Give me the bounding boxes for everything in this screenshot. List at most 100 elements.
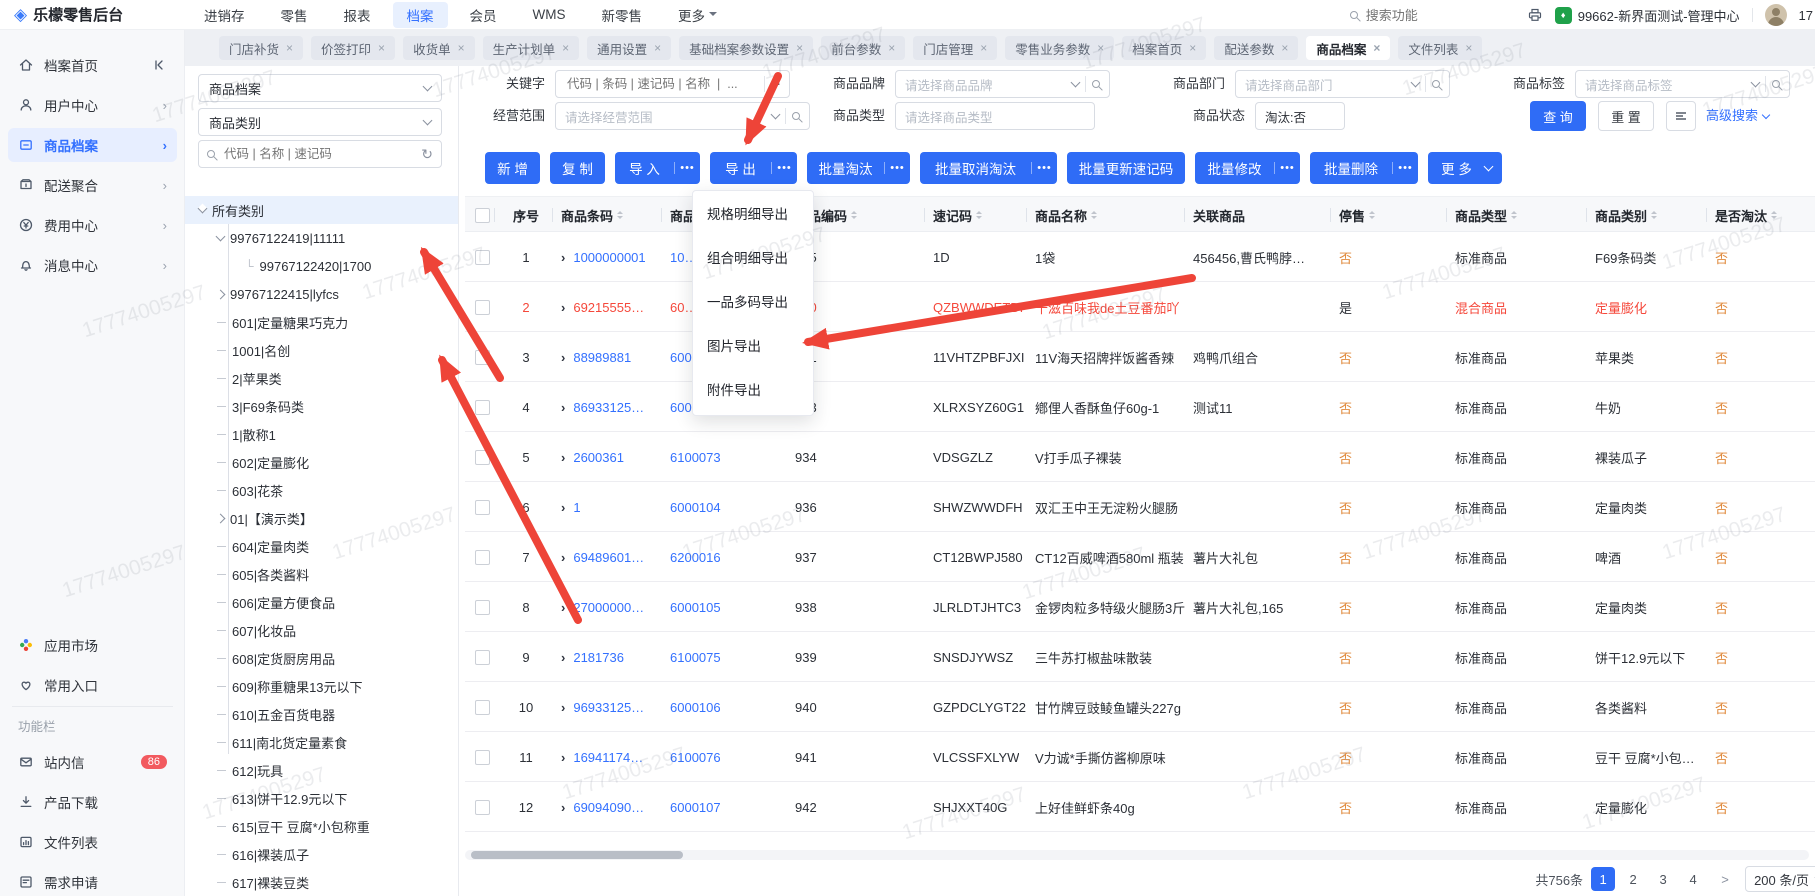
sidebar-item-商品档案[interactable]: 商品档案› <box>8 128 177 162</box>
export-menu-item-附件导出[interactable]: 附件导出 <box>693 369 813 413</box>
expand-row-icon[interactable]: › <box>561 800 565 815</box>
tab-价签打印[interactable]: 价签打印× <box>311 36 395 60</box>
close-icon[interactable]: × <box>980 41 987 55</box>
tab-生产计划单[interactable]: 生产计划单× <box>483 36 580 60</box>
barcode-link[interactable]: 16941174… <box>573 750 643 765</box>
tree-node-601|定量糖果巧克力[interactable]: 601|定量糖果巧克力 <box>185 308 458 336</box>
tree-node-607|化妆品[interactable]: 607|化妆品 <box>185 616 458 644</box>
sidebar-item-用户中心[interactable]: 用户中心› <box>8 88 177 122</box>
sort-icon[interactable] <box>976 211 982 219</box>
row-checkbox[interactable] <box>475 450 490 465</box>
tree-node-606|定量方便食品[interactable]: 606|定量方便食品 <box>185 588 458 616</box>
expand-row-icon[interactable]: › <box>561 500 565 515</box>
tab-前台参数[interactable]: 前台参数× <box>821 36 905 60</box>
column-header-速记码[interactable]: 速记码 <box>933 197 1033 233</box>
table-row[interactable]: 7›69489601…6200016937CT12BWPJ580CT12百威啤酒… <box>465 532 1815 582</box>
expand-open-icon[interactable] <box>198 204 208 214</box>
toolbar-button-复制[interactable]: 复 制 <box>550 152 605 184</box>
search-icon[interactable] <box>1772 80 1780 88</box>
brand-select[interactable]: 请选择商品品牌 <box>895 70 1110 98</box>
code-value[interactable]: 6200016 <box>670 550 721 565</box>
search-icon[interactable] <box>1092 80 1100 88</box>
expand-closed-icon[interactable] <box>216 513 226 523</box>
close-icon[interactable]: × <box>286 41 293 55</box>
tab-收货单[interactable]: 收货单× <box>403 36 475 60</box>
close-icon[interactable]: × <box>654 41 661 55</box>
sort-icon[interactable] <box>1511 211 1517 219</box>
sidebar-item-配送聚合[interactable]: 配送聚合› <box>8 168 177 202</box>
horizontal-scrollbar[interactable] <box>465 850 1809 860</box>
close-icon[interactable]: × <box>1281 41 1288 55</box>
sidebar-item-应用市场[interactable]: 应用市场 <box>8 628 177 662</box>
more-options-icon[interactable]: ••• <box>771 162 797 174</box>
product-status-input[interactable]: 淘汰:否 <box>1255 102 1345 130</box>
keyword-input-box[interactable]: + <box>555 70 790 98</box>
table-row[interactable]: 1›100000000110…7151D1袋456456,曹氏鸭脖…否标准商品F… <box>465 232 1815 282</box>
toolbar-button-导出[interactable]: 导 出••• <box>710 152 797 184</box>
reset-button[interactable]: 重 置 <box>1598 101 1654 131</box>
expand-row-icon[interactable]: › <box>561 450 565 465</box>
export-menu-item-规格明细导出[interactable]: 规格明细导出 <box>693 193 813 237</box>
refresh-icon[interactable]: ↻ <box>421 146 433 163</box>
row-checkbox[interactable] <box>475 250 490 265</box>
row-checkbox[interactable] <box>475 350 490 365</box>
close-icon[interactable]: × <box>378 41 385 55</box>
more-options-icon[interactable]: ••• <box>1392 162 1418 174</box>
add-keyword-icon[interactable]: + <box>771 76 780 93</box>
sidebar-item-产品下载[interactable]: 产品下载 <box>8 785 177 819</box>
category-search-input[interactable] <box>222 146 414 162</box>
tree-node-602|定量膨化[interactable]: 602|定量膨化 <box>185 448 458 476</box>
tree-node-99767122415|lyfcs[interactable]: 99767122415|lyfcs <box>185 280 458 308</box>
page-button-1[interactable]: 1 <box>1591 867 1615 891</box>
table-row[interactable]: 12›69094090…6000107942SHJXXT40G上好佳鲜虾条40g… <box>465 782 1815 832</box>
column-header-停售[interactable]: 停售 <box>1339 197 1439 233</box>
table-row[interactable]: 5›26003616100073934VDSGZLZV打手瓜子裸装否标准商品裸装… <box>465 432 1815 482</box>
advanced-search-toggle[interactable]: 高级搜索 <box>1706 101 1769 131</box>
tree-node-613|饼干12.9元以下[interactable]: 613|饼干12.9元以下 <box>185 784 458 812</box>
nav-item-档案[interactable]: 档案 <box>393 2 448 28</box>
tree-node-617|裸装豆类[interactable]: 617|裸装豆类 <box>185 868 458 896</box>
table-row[interactable]: 13›69…6000108943CN.KWT40G上好佳鲜虾条40否标准商品定量… <box>465 832 1815 848</box>
global-search-input[interactable] <box>1364 7 1484 24</box>
table-row[interactable]: 2›69215555…60…930QZBWWDETDI千滋百味我de土豆番茄吖是… <box>465 282 1815 332</box>
barcode-link[interactable]: 1000000001 <box>573 250 645 265</box>
tree-node-1|散称1[interactable]: 1|散称1 <box>185 420 458 448</box>
expand-row-icon[interactable]: › <box>561 700 565 715</box>
search-button[interactable]: 查 询 <box>1530 101 1586 131</box>
expand-row-icon[interactable]: › <box>561 750 565 765</box>
sort-icon[interactable] <box>1771 211 1777 219</box>
nav-item-更多[interactable]: 更多 <box>664 2 731 28</box>
more-options-icon[interactable]: ••• <box>1274 162 1300 174</box>
tree-node-603|花茶[interactable]: 603|花茶 <box>185 476 458 504</box>
sort-icon[interactable] <box>1651 211 1657 219</box>
column-header-是否淘汰[interactable]: 是否淘汰 <box>1715 197 1810 233</box>
sort-icon[interactable] <box>617 211 623 219</box>
toolbar-button-导入[interactable]: 导 入••• <box>615 152 700 184</box>
tag-select[interactable]: 请选择商品标签 <box>1575 70 1790 98</box>
barcode-link[interactable]: 69215555… <box>573 300 644 315</box>
code-value[interactable]: 6000106 <box>670 700 721 715</box>
sidebar-item-站内信[interactable]: 站内信86 <box>8 745 177 779</box>
toolbar-button-更多[interactable]: 更 多 <box>1428 152 1502 184</box>
more-options-icon[interactable]: ••• <box>674 162 700 174</box>
close-icon[interactable]: × <box>1373 41 1380 55</box>
export-menu-item-一品多码导出[interactable]: 一品多码导出 <box>693 281 813 325</box>
keyword-input[interactable] <box>565 76 758 92</box>
expand-open-icon[interactable] <box>216 232 226 242</box>
next-page-button[interactable]: > <box>1713 867 1737 891</box>
expand-row-icon[interactable]: › <box>561 400 565 415</box>
tree-node-99767122419|11111[interactable]: 99767122419|11111 <box>185 224 458 252</box>
global-search[interactable] <box>1350 7 1515 24</box>
sidebar-item-常用入口[interactable]: 常用入口 <box>8 668 177 702</box>
tree-node-01|【演示类】[interactable]: 01|【演示类】 <box>185 504 458 532</box>
close-icon[interactable]: × <box>1189 41 1196 55</box>
tab-零售业务参数[interactable]: 零售业务参数× <box>1005 36 1114 60</box>
nav-item-进销存[interactable]: 进销存 <box>190 2 259 28</box>
toolbar-button-批量修改[interactable]: 批量修改••• <box>1195 152 1300 184</box>
select-all-checkbox[interactable] <box>475 208 490 223</box>
tree-node-2|苹果类[interactable]: 2|苹果类 <box>185 364 458 392</box>
sort-icon[interactable] <box>1369 211 1375 219</box>
search-icon[interactable] <box>792 112 800 120</box>
tab-门店补货[interactable]: 门店补货× <box>219 36 303 60</box>
row-checkbox[interactable] <box>475 400 490 415</box>
